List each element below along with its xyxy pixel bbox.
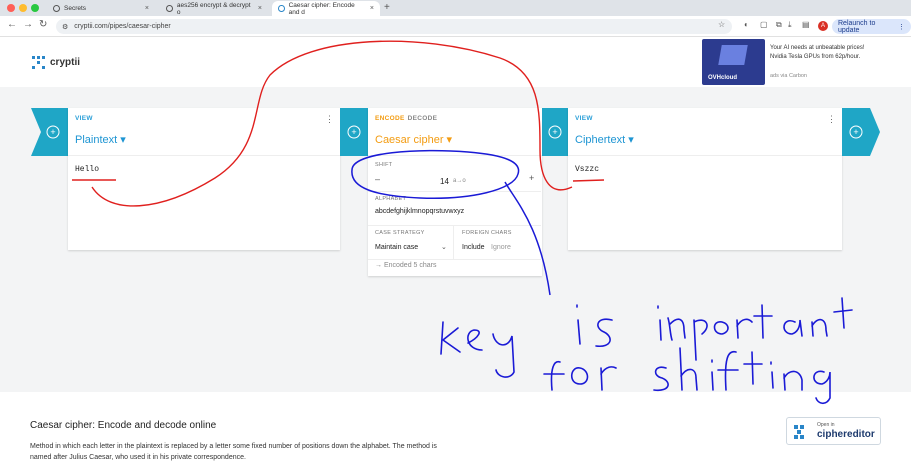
- foreign-label: FOREIGN CHARS: [462, 230, 512, 236]
- card-header: ENCODE DECODE Caesar cipher ▾: [368, 108, 542, 156]
- svg-text:+: +: [853, 127, 858, 137]
- ad-brand: OVHcloud: [708, 75, 738, 81]
- relaunch-button[interactable]: Relaunch to update ⋮: [832, 19, 911, 34]
- minimize-window-button[interactable]: [19, 4, 27, 12]
- close-tab-icon[interactable]: ×: [370, 5, 374, 12]
- card-header: VIEW Plaintext ▾ ⋮: [68, 108, 340, 156]
- forward-arrow-icon[interactable]: →: [23, 19, 33, 30]
- foreign-ignore-option[interactable]: Ignore: [491, 244, 511, 251]
- alphabet-field: ALPHABET abcdefghijklmnopqrstuvwxyz: [368, 192, 541, 226]
- shift-field: SHIFT – 14 a→o +: [368, 156, 541, 192]
- download-icon[interactable]: ⤓: [788, 20, 792, 30]
- ciphereditor-label: ciphereditor: [817, 429, 875, 440]
- chevron-down-icon: ⌄: [441, 244, 447, 251]
- shift-value-input[interactable]: 14: [440, 177, 449, 186]
- globe-icon: [166, 5, 173, 12]
- close-window-button[interactable]: [7, 4, 15, 12]
- description-title: Caesar cipher: Encode and decode online: [30, 420, 217, 431]
- browser-tab-aes256[interactable]: aes256 encrypt & decrypt o ×: [160, 1, 268, 16]
- description-section: Caesar cipher: Encode and decode online …: [0, 392, 911, 466]
- relaunch-label: Relaunch to update: [838, 19, 876, 34]
- cryptii-logo[interactable]: cryptii: [32, 56, 80, 69]
- more-vert-icon[interactable]: ⋮: [325, 114, 334, 125]
- sidebar-icon[interactable]: ▤: [802, 20, 810, 29]
- reload-icon[interactable]: ↻: [39, 19, 47, 30]
- case-value: Maintain case: [375, 244, 419, 251]
- bookmark-star-icon[interactable]: ☆: [718, 20, 725, 29]
- globe-icon: [53, 5, 60, 12]
- tab-label: Secrets: [64, 5, 87, 12]
- card-header: VIEW Ciphertext ▾ ⋮: [568, 108, 842, 156]
- plaintext-card: VIEW Plaintext ▾ ⋮ Hello: [68, 108, 340, 250]
- arrow-right-icon: →: [375, 262, 384, 269]
- logo-text: cryptii: [50, 57, 81, 68]
- increment-button[interactable]: +: [529, 173, 534, 183]
- ad-text: Your AI needs at unbeatable prices! Nvid…: [770, 45, 865, 60]
- address-bar[interactable]: ⚙ cryptii.com/pipes/caesar-cipher: [56, 19, 732, 34]
- shift-label: SHIFT: [375, 162, 393, 168]
- cryptii-favicon-icon: [278, 5, 285, 12]
- alphabet-input[interactable]: abcdefghijklmnopqrstuvwxyz: [375, 208, 464, 215]
- ciphertext-card: VIEW Ciphertext ▾ ⋮ Vszzc: [568, 108, 842, 250]
- tab-label: aes256 encrypt & decrypt o: [176, 1, 251, 16]
- site-header: cryptii OVHcloud Your AI needs at unbeat…: [0, 37, 911, 87]
- ciphertext-textarea[interactable]: Vszzc: [568, 156, 842, 183]
- encode-decode-switch: ENCODE DECODE: [375, 115, 437, 122]
- encode-tab[interactable]: ENCODE: [375, 115, 405, 122]
- url-text: cryptii.com/pipes/caesar-cipher: [74, 23, 171, 30]
- pipe-connector[interactable]: +: [340, 108, 368, 156]
- profile-avatar[interactable]: A: [818, 21, 828, 31]
- case-strategy-select[interactable]: CASE STRATEGY Maintain case ⌄: [368, 226, 454, 260]
- svg-text:+: +: [351, 127, 356, 137]
- encoder-title-dropdown[interactable]: Caesar cipher ▾: [375, 133, 452, 146]
- site-settings-icon[interactable]: ⚙: [62, 23, 68, 31]
- extension-icon[interactable]: ◐: [744, 20, 749, 29]
- close-tab-icon[interactable]: ×: [258, 5, 262, 12]
- tab-label: Caesar cipher: Encode and d: [288, 1, 355, 16]
- alphabet-label: ALPHABET: [375, 196, 407, 202]
- puzzle-icon[interactable]: ⧉: [776, 20, 782, 30]
- brick-kind-label: VIEW: [575, 115, 593, 122]
- ciphertext-title-dropdown[interactable]: Ciphertext ▾: [575, 133, 634, 146]
- description-text: Method in which each letter in the plain…: [30, 443, 437, 461]
- browser-tab-bar: Secrets × aes256 encrypt & decrypt o × C…: [0, 0, 911, 16]
- foreign-include-option[interactable]: Include: [462, 244, 485, 251]
- caesar-encoder-card: ENCODE DECODE Caesar cipher ▾ SHIFT – 14 …: [368, 108, 542, 276]
- plaintext-textarea[interactable]: Hello: [68, 156, 340, 183]
- browser-tab-caesar[interactable]: Caesar cipher: Encode and d ×: [272, 1, 380, 16]
- pipe-end-arrow[interactable]: +: [842, 108, 880, 156]
- open-in-label: Open in: [817, 422, 835, 428]
- pipe-start-arrow[interactable]: +: [31, 108, 68, 156]
- cryptii-logo-icon: [32, 56, 45, 69]
- new-tab-icon[interactable]: +: [384, 2, 390, 13]
- browser-toolbar: ← → ↻ ⚙ cryptii.com/pipes/caesar-cipher …: [0, 16, 911, 37]
- maximize-window-button[interactable]: [31, 4, 39, 12]
- shift-mapping: a→o: [453, 178, 466, 184]
- more-vert-icon[interactable]: ⋮: [827, 114, 836, 125]
- case-label: CASE STRATEGY: [375, 230, 425, 236]
- ad-via: ads via Carbon: [770, 73, 807, 79]
- ad-image: OVHcloud: [702, 39, 765, 85]
- carbon-ad[interactable]: OVHcloud Your AI needs at unbeatable pri…: [702, 39, 880, 85]
- back-arrow-icon[interactable]: ←: [7, 19, 17, 30]
- decode-tab[interactable]: DECODE: [408, 115, 438, 122]
- pipe-connector[interactable]: +: [542, 108, 568, 156]
- browser-tab-secrets[interactable]: Secrets ×: [47, 1, 155, 16]
- encoder-status: → Encoded 5 chars: [375, 262, 437, 269]
- close-tab-icon[interactable]: ×: [145, 5, 149, 12]
- svg-text:+: +: [50, 127, 55, 137]
- status-text: Encoded 5 chars: [383, 262, 437, 269]
- case-foreign-row: CASE STRATEGY Maintain case ⌄ FOREIGN CH…: [368, 226, 541, 260]
- plaintext-title-dropdown[interactable]: Plaintext ▾: [75, 133, 126, 146]
- extension-icon[interactable]: ▢: [760, 20, 768, 29]
- more-vert-icon: ⋮: [898, 23, 905, 31]
- open-in-ciphereditor-button[interactable]: Open in ciphereditor: [786, 417, 881, 445]
- brick-kind-label: VIEW: [75, 115, 93, 122]
- foreign-chars-toggle: FOREIGN CHARS Include Ignore: [455, 226, 541, 260]
- ciphereditor-logo-icon: [794, 425, 804, 439]
- svg-text:+: +: [552, 127, 557, 137]
- decrement-button[interactable]: –: [375, 174, 380, 184]
